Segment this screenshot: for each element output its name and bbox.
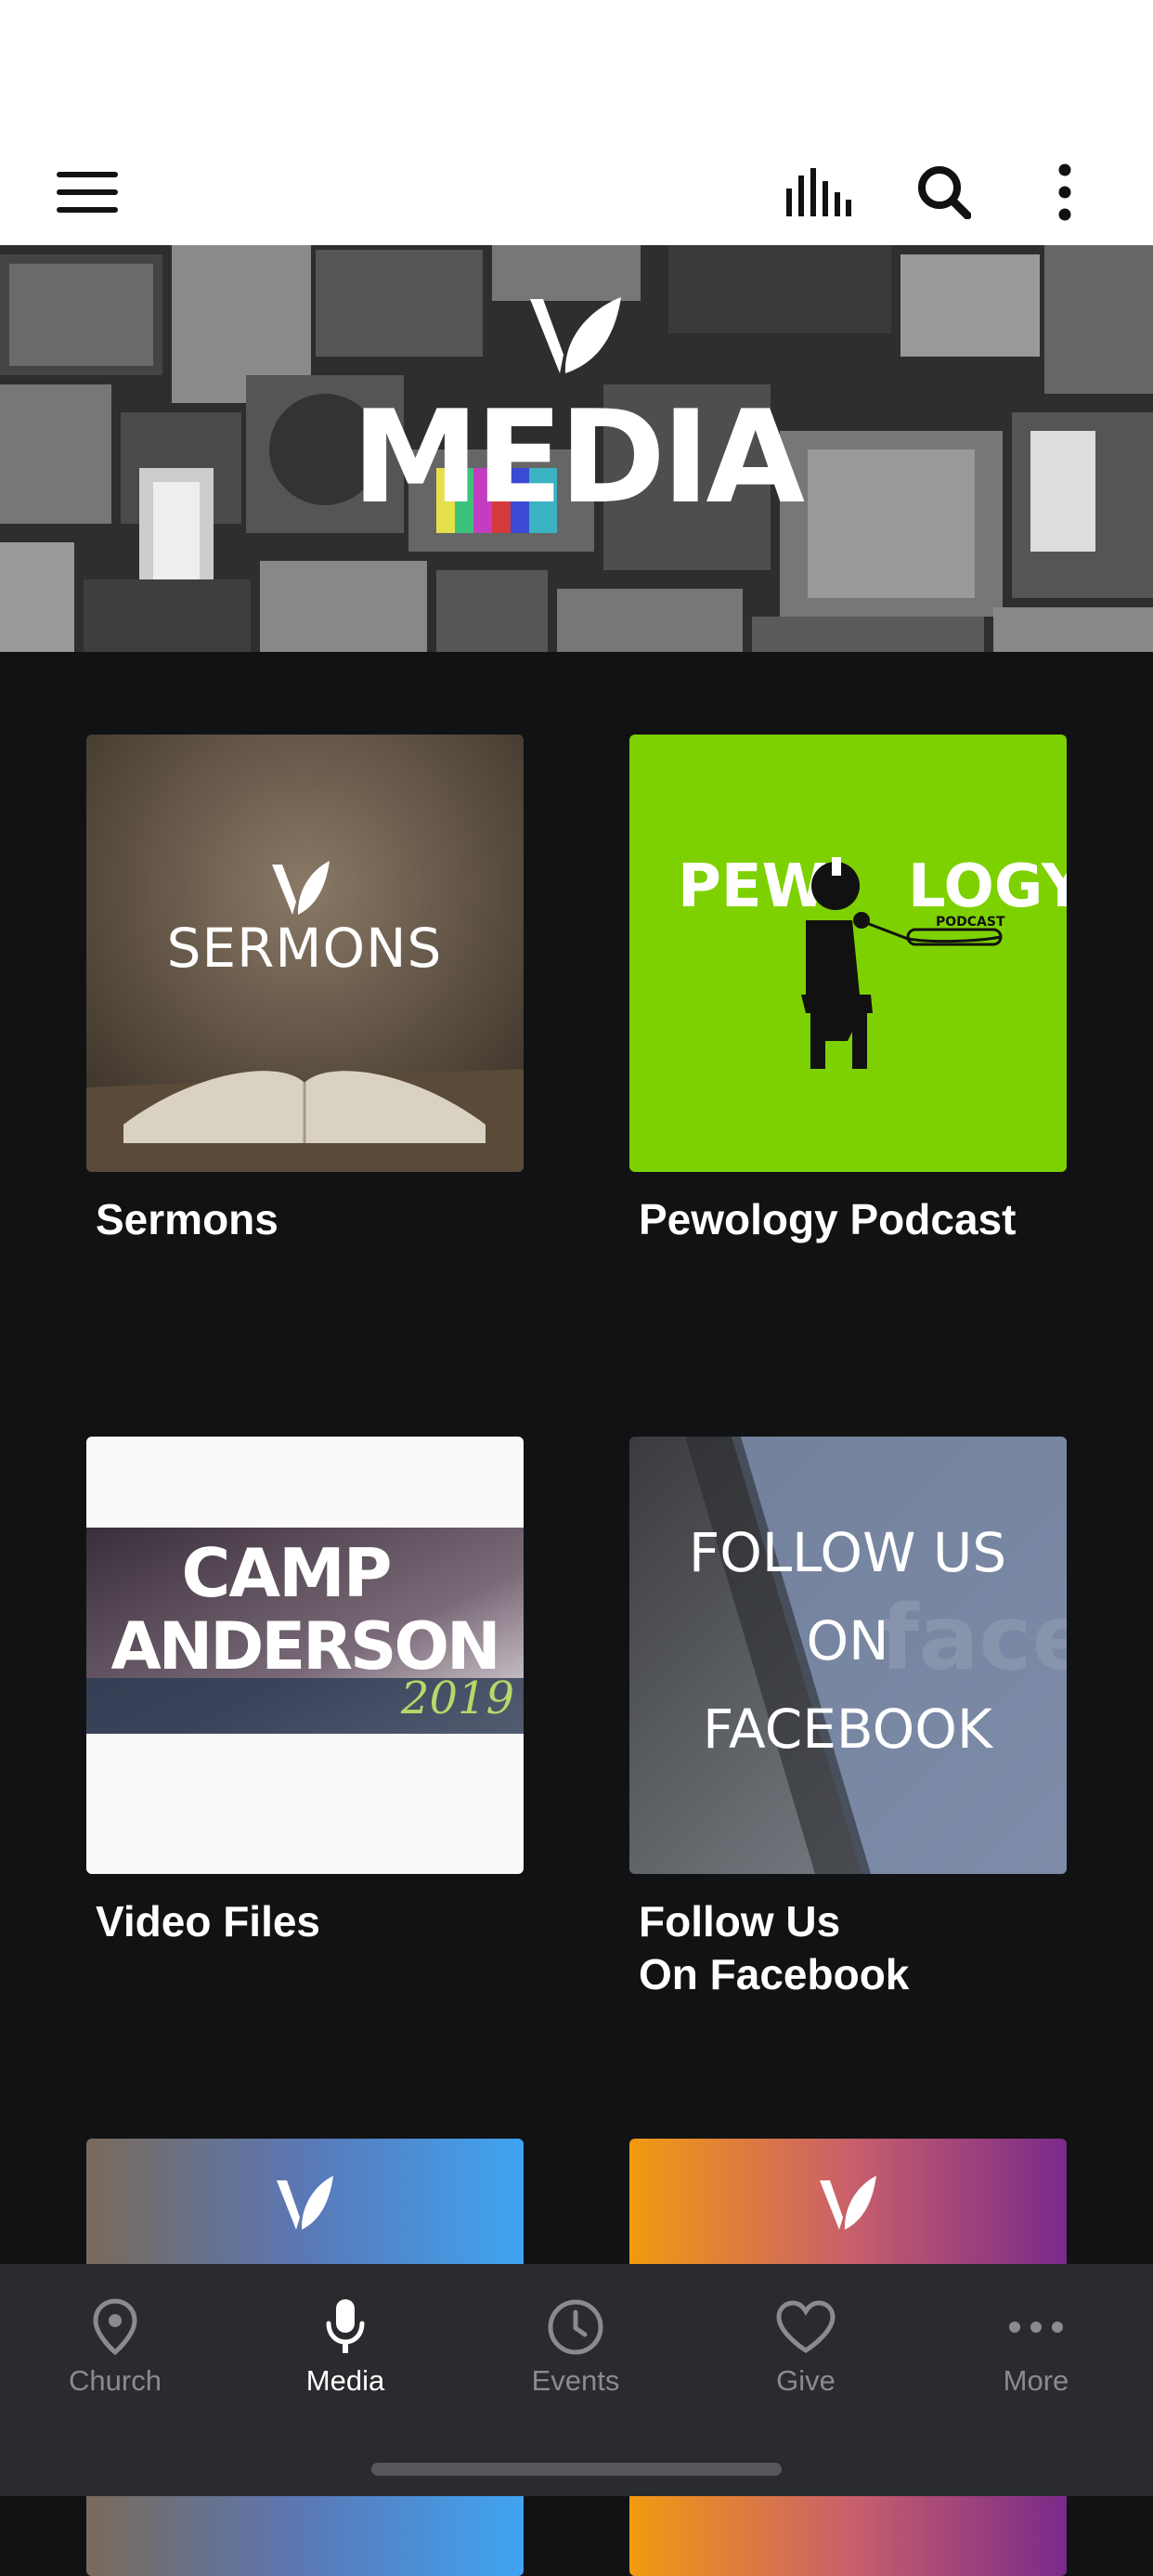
facebook-artwork: face FOLLOW US ON FACEBOOK xyxy=(629,1437,1067,1874)
tab-church[interactable]: Church xyxy=(0,2264,230,2413)
tab-give[interactable]: Give xyxy=(691,2264,921,2413)
tab-media-label: Media xyxy=(305,2364,385,2397)
svg-text:FACEBOOK: FACEBOOK xyxy=(703,1698,994,1761)
menu-button[interactable] xyxy=(48,158,126,227)
pewology-art-text: PEW xyxy=(678,852,827,921)
menu-icon xyxy=(57,172,118,213)
top-app-bar xyxy=(0,139,1153,245)
bottom-tab-bar: Church Media Events Give More xyxy=(0,2264,1153,2496)
more-horizontal-icon xyxy=(1009,2322,1063,2333)
tab-events[interactable]: Events xyxy=(460,2264,691,2413)
camp-anderson-artwork: CAMP ANDERSON 2019 xyxy=(86,1437,524,1874)
video-files-label[interactable]: Video Files xyxy=(96,1895,320,1948)
more-vertical-icon xyxy=(1058,163,1071,221)
svg-text:2019: 2019 xyxy=(400,1672,514,1724)
sermons-tile[interactable]: SERMONS xyxy=(86,735,524,1172)
hero-title: MEDIA xyxy=(351,383,805,532)
facebook-label[interactable]: Follow Us On Facebook xyxy=(639,1895,909,2001)
facebook-tile[interactable]: face FOLLOW US ON FACEBOOK xyxy=(629,1437,1067,1874)
tab-church-label: Church xyxy=(69,2364,162,2397)
home-indicator xyxy=(371,2463,782,2476)
tab-more-label: More xyxy=(1003,2364,1069,2397)
camp-art-text: CAMP xyxy=(182,1534,391,1612)
facebook-art-text: FOLLOW US xyxy=(689,1521,1006,1584)
microphone-icon xyxy=(326,2299,365,2353)
tab-more[interactable]: More xyxy=(921,2264,1151,2413)
svg-text:PODCAST: PODCAST xyxy=(936,915,1005,930)
sermons-art-text: SERMONS xyxy=(167,917,443,980)
search-icon xyxy=(918,166,971,219)
clock-icon xyxy=(548,2299,603,2355)
sermons-artwork: SERMONS xyxy=(86,735,524,1172)
media-hero-banner: MEDIA xyxy=(0,245,1153,652)
sermons-label[interactable]: Sermons xyxy=(96,1193,279,1246)
pewology-podcast-label[interactable]: Pewology Podcast xyxy=(639,1193,1016,1246)
heart-icon xyxy=(776,2300,836,2353)
svg-text:face: face xyxy=(880,1586,1067,1690)
pewology-artwork: PEW LOGY PODCAST xyxy=(629,735,1067,1172)
search-button[interactable] xyxy=(905,156,983,228)
church-leaf-logo xyxy=(530,297,621,373)
audio-player-button[interactable] xyxy=(780,156,858,228)
overflow-menu-button[interactable] xyxy=(1030,156,1099,228)
status-bar xyxy=(0,0,1153,139)
audio-bars-icon xyxy=(786,168,851,216)
svg-text:LOGY: LOGY xyxy=(908,852,1067,921)
pewology-podcast-tile[interactable]: PEW LOGY PODCAST xyxy=(629,735,1067,1172)
tab-give-label: Give xyxy=(776,2364,836,2397)
tab-media[interactable]: Media xyxy=(230,2264,460,2413)
svg-text:ON: ON xyxy=(806,1609,888,1672)
tab-events-label: Events xyxy=(531,2364,620,2397)
location-pin-icon xyxy=(93,2298,137,2356)
video-files-tile[interactable]: CAMP ANDERSON 2019 xyxy=(86,1437,524,1874)
